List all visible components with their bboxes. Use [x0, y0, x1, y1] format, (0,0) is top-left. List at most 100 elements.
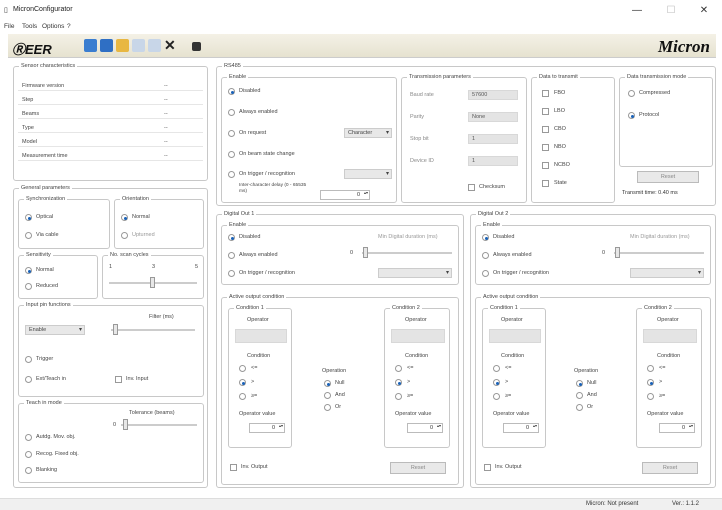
micron-brand: Micron — [658, 37, 710, 56]
fbo-checkbox[interactable] — [542, 90, 549, 97]
ncbo-checkbox[interactable] — [542, 162, 549, 169]
checksum-checkbox[interactable] — [468, 184, 475, 191]
input-function-select[interactable]: Enable — [25, 325, 85, 335]
state-checkbox[interactable] — [542, 180, 549, 187]
dout1-or-radio[interactable] — [324, 404, 331, 411]
digital-out-2-panel: Digital Out 2 Enable Disabled Always ena… — [470, 211, 716, 488]
dout2-c2-condition-label: Condition — [657, 353, 681, 359]
rs485-disabled-radio[interactable] — [228, 88, 235, 95]
trigger-radio[interactable] — [25, 356, 32, 363]
compressed-radio[interactable] — [628, 90, 635, 97]
dout1-disabled-radio[interactable] — [228, 234, 235, 241]
trigger-select[interactable] — [344, 169, 392, 179]
cbo-checkbox[interactable] — [542, 126, 549, 133]
scan-cycles-thumb[interactable] — [150, 277, 155, 288]
dout1-trigger-select[interactable] — [378, 268, 452, 278]
orient-normal-radio[interactable] — [121, 214, 128, 221]
dout2-c2-operator-field[interactable] — [643, 329, 697, 343]
dout2-c1-opvalue-spinner[interactable]: 0 — [503, 423, 539, 433]
teach-blanking-radio[interactable] — [25, 467, 32, 474]
protocol-radio[interactable] — [628, 112, 635, 119]
inv-input-checkbox[interactable] — [115, 376, 122, 383]
parity-field[interactable]: None — [468, 112, 518, 122]
dout2-c1-le-radio[interactable] — [493, 365, 500, 372]
dout1-c2-le-radio[interactable] — [395, 365, 402, 372]
dout1-mindur-slider[interactable] — [362, 252, 452, 254]
teach-fixed-radio[interactable] — [25, 451, 32, 458]
dout1-c1-ge-radio[interactable] — [239, 393, 246, 400]
dout1-c2-opvalue-spinner[interactable]: 0 — [407, 423, 443, 433]
upload-icon[interactable] — [148, 39, 161, 52]
dout2-null-radio[interactable] — [576, 380, 583, 387]
menu-tools[interactable]: Tools — [22, 23, 37, 30]
dout2-mindur-thumb[interactable] — [615, 247, 620, 258]
dout2-c2-le-radio[interactable] — [647, 365, 654, 372]
nbo-checkbox[interactable] — [542, 144, 549, 151]
rs485-always-radio[interactable] — [228, 109, 235, 116]
baud-field[interactable]: 57600 — [468, 90, 518, 100]
dout2-c1-gt-radio[interactable] — [493, 379, 500, 386]
request-type-select[interactable]: Character — [344, 128, 392, 138]
dout1-always-radio[interactable] — [228, 252, 235, 259]
dout1-c1-opvalue-spinner[interactable]: 0 — [249, 423, 285, 433]
dout1-mindur-thumb[interactable] — [363, 247, 368, 258]
dout2-mindur-slider[interactable] — [614, 252, 704, 254]
save-icon[interactable] — [100, 39, 113, 52]
dout1-null-radio[interactable] — [324, 380, 331, 387]
dout2-or-radio[interactable] — [576, 404, 583, 411]
dout2-always-radio[interactable] — [482, 252, 489, 259]
open-folder-icon[interactable] — [116, 39, 129, 52]
dout1-trigger-radio[interactable] — [228, 270, 235, 277]
dout2-trigger-radio[interactable] — [482, 270, 489, 277]
device-id-field[interactable]: 1 — [468, 156, 518, 166]
dout1-c2-operator-field[interactable] — [391, 329, 445, 343]
dout1-reset-button[interactable]: Reset — [390, 462, 446, 474]
dout1-c1-gt-radio[interactable] — [239, 379, 246, 386]
sens-normal-radio[interactable] — [25, 267, 32, 274]
dout1-inv-output-checkbox[interactable] — [230, 464, 237, 471]
menu-help[interactable]: ? — [67, 23, 71, 30]
dout2-c2-opvalue-spinner[interactable]: 0 — [659, 423, 695, 433]
minimize-button[interactable]: — — [630, 5, 644, 16]
dout2-c2-gt-radio[interactable] — [647, 379, 654, 386]
monitor-icon[interactable] — [192, 42, 201, 51]
download-icon[interactable] — [132, 39, 145, 52]
stopbit-field[interactable]: 1 — [468, 134, 518, 144]
dout1-c2-gt-radio[interactable] — [395, 379, 402, 386]
filter-slider[interactable] — [111, 329, 195, 331]
rs485-trigger-radio[interactable] — [228, 171, 235, 178]
rs485-request-radio[interactable] — [228, 130, 235, 137]
rs485-beamchange-radio[interactable] — [228, 151, 235, 158]
dout1-and-radio[interactable] — [324, 392, 331, 399]
dout1-c1-le-radio[interactable] — [239, 365, 246, 372]
menu-options[interactable]: Options — [42, 23, 64, 30]
sync-optical-radio[interactable] — [25, 214, 32, 221]
dout1-c2-ge-radio[interactable] — [395, 393, 402, 400]
maximize-button[interactable]: ☐ — [664, 5, 678, 16]
dout1-c1-operator-field[interactable] — [235, 329, 287, 343]
sensitivity-title: Sensitivity — [24, 252, 53, 258]
menu-file[interactable]: File — [4, 23, 14, 30]
dout2-inv-output-checkbox[interactable] — [484, 464, 491, 471]
orient-upturned-radio[interactable] — [121, 232, 128, 239]
dout2-c1-ge-radio[interactable] — [493, 393, 500, 400]
lbo-checkbox[interactable] — [542, 108, 549, 115]
filter-thumb[interactable] — [113, 324, 118, 335]
sens-reduced-radio[interactable] — [25, 283, 32, 290]
inter-char-spinner[interactable]: 0 — [320, 190, 370, 200]
dout2-disabled-radio[interactable] — [482, 234, 489, 241]
close-button[interactable]: ✕ — [697, 5, 711, 16]
dout2-c1-operator-field[interactable] — [489, 329, 541, 343]
dout2-trigger-select[interactable] — [630, 268, 704, 278]
dout2-reset-button[interactable]: Reset — [642, 462, 698, 474]
connect-icon[interactable] — [84, 39, 97, 52]
delete-icon[interactable]: ✕ — [164, 37, 176, 54]
dout2-c2-ge-radio[interactable] — [647, 393, 654, 400]
tolerance-thumb[interactable] — [123, 419, 128, 430]
dout2-and-radio[interactable] — [576, 392, 583, 399]
ext-teach-radio[interactable] — [25, 376, 32, 383]
sync-cable-radio[interactable] — [25, 232, 32, 239]
teach-auto-radio[interactable] — [25, 434, 32, 441]
tolerance-slider[interactable] — [121, 424, 197, 426]
rs485-reset-button[interactable]: Reset — [637, 171, 699, 183]
